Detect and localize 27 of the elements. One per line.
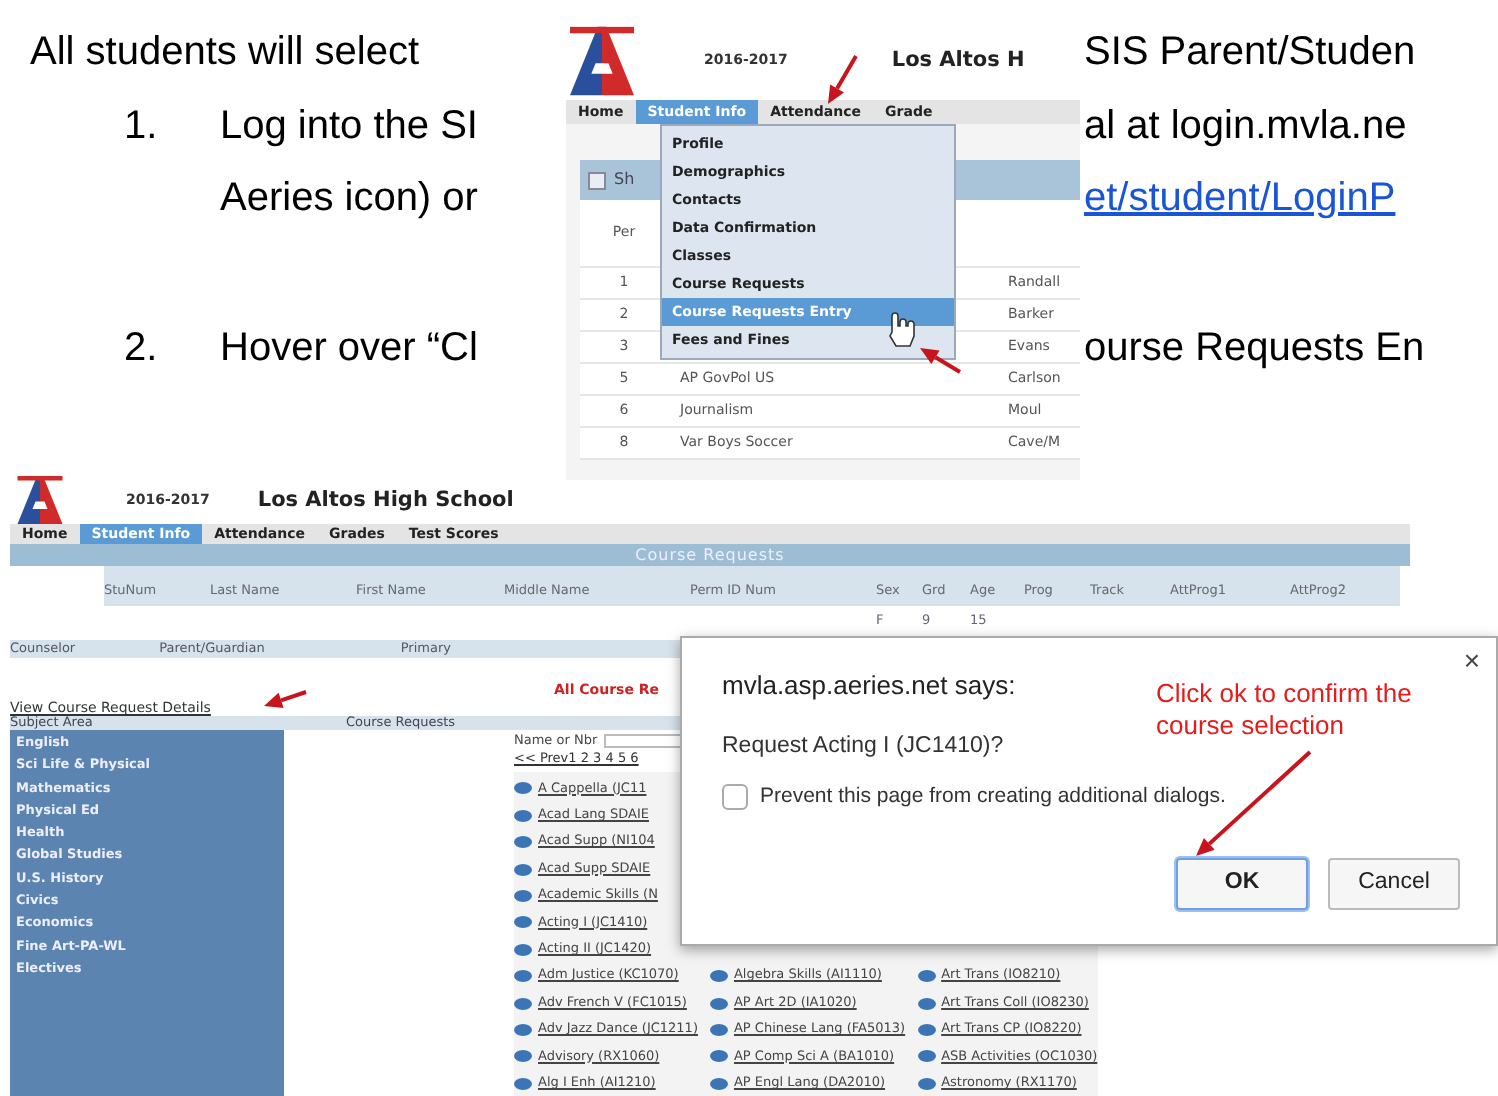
- slide-text: All students will select: [30, 28, 420, 76]
- step-number: 1.: [124, 102, 158, 150]
- annotation-arrow: [828, 55, 858, 104]
- slide-text: ourse Requests En: [1084, 324, 1425, 372]
- slide-text: Aeries icon) or: [220, 174, 478, 222]
- hand-cursor-icon: [889, 312, 915, 347]
- url-link[interactable]: et/student/LoginP: [1084, 174, 1396, 222]
- school-name: Los Altos High School: [257, 487, 514, 513]
- slide-text: Hover over “Cl: [220, 324, 478, 372]
- close-button[interactable]: ×: [1463, 646, 1480, 674]
- cancel-button[interactable]: Cancel: [1328, 857, 1460, 909]
- slide-text: Log into the SI: [220, 102, 478, 150]
- checkbox-icon: [588, 171, 606, 189]
- step-number: 2.: [124, 324, 158, 372]
- annotation-arrow: [920, 348, 962, 374]
- slide-text: SIS Parent/Studen: [1084, 28, 1416, 76]
- school-name: Los Altos H: [891, 47, 1025, 73]
- dialog-title: mvla.asp.aeries.net says:: [722, 668, 1016, 704]
- annotation-arrow: [264, 690, 307, 708]
- annotation-text: Click ok to confirm the course selection: [1156, 678, 1414, 742]
- dialog-message: Request Acting I (JC1410)?: [722, 731, 1006, 761]
- checkbox[interactable]: [722, 784, 748, 811]
- section-title: Course Requests: [10, 544, 1410, 566]
- ok-button[interactable]: OK: [1176, 857, 1308, 909]
- slide-text: al at login.mvla.ne: [1084, 102, 1407, 150]
- panel-title: Sh: [614, 170, 635, 190]
- checkbox-label: Prevent this page from creating additional dialogs.: [760, 781, 1226, 812]
